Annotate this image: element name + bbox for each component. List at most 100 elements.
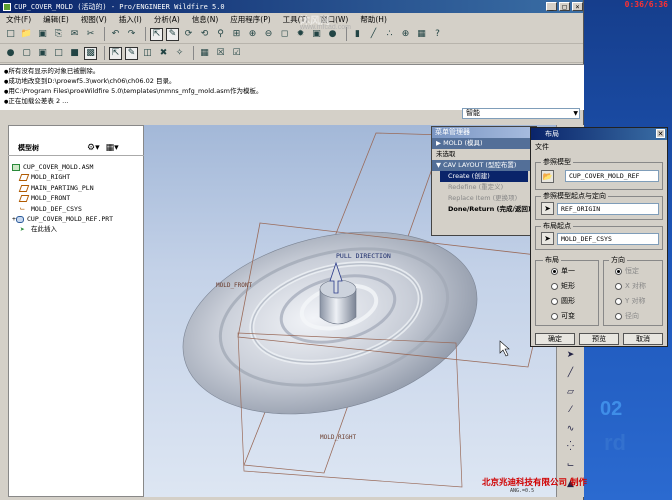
menu-insert[interactable]: 插入(I): [119, 14, 142, 25]
tree-item[interactable]: MOLD_RIGHT: [12, 172, 113, 182]
ref-origin-field[interactable]: REF_ORIGIN: [557, 203, 659, 215]
menu-edit[interactable]: 编辑(E): [43, 14, 69, 25]
radio-label: Y 对称: [625, 297, 646, 305]
shaded-icon[interactable]: ■: [68, 47, 81, 60]
tree-item[interactable]: CUP_COVER_MOLD.ASM: [12, 162, 113, 172]
ok-button[interactable]: 确定: [535, 333, 575, 345]
shrinkage-icon[interactable]: ✧: [173, 47, 186, 60]
menu-analysis[interactable]: 分析(A): [154, 14, 180, 25]
context-help-icon[interactable]: ?: [431, 28, 444, 41]
tree-item-label: MOLD_FRONT: [31, 194, 71, 203]
layout-origin-field[interactable]: MOLD_DEF_CSYS: [557, 233, 659, 245]
radio-label: 矩形: [561, 282, 575, 290]
radio-variable[interactable]: 可变: [551, 311, 575, 321]
open-folder-icon[interactable]: 📂: [541, 170, 554, 183]
enhanced-shade-icon[interactable]: ▩: [84, 46, 97, 60]
redo-icon[interactable]: ↷: [125, 28, 138, 41]
preview-button[interactable]: 预览: [579, 333, 619, 345]
new-file-icon[interactable]: □: [4, 28, 17, 41]
tree-item[interactable]: MOLD_FRONT: [12, 193, 113, 203]
datum-planes-icon[interactable]: ▮: [351, 28, 364, 41]
tree-item[interactable]: ➤ 在此插入: [12, 224, 113, 234]
radio-constant[interactable]: 恒定: [615, 266, 639, 276]
hidden-line-icon[interactable]: ▣: [36, 47, 49, 60]
tree-item[interactable]: + CUP_COVER_MOLD_REF.PRT: [12, 214, 113, 224]
menu-item-create[interactable]: Create (创建): [440, 171, 528, 182]
repaint-icon[interactable]: ⊞: [230, 28, 243, 41]
menu-view[interactable]: 视图(V): [81, 14, 107, 25]
tree-settings-icon[interactable]: ⚙▾: [87, 143, 100, 153]
separator: [193, 46, 194, 60]
cavity-icon[interactable]: ◫: [141, 47, 154, 60]
radio-radial[interactable]: 径向: [615, 311, 639, 321]
direction-label: 方向: [609, 255, 627, 265]
menu-info[interactable]: 信息(N): [192, 14, 218, 25]
close-button[interactable]: ×: [572, 2, 583, 11]
menu-help[interactable]: 帮助(H): [360, 14, 387, 25]
cut-icon[interactable]: ✂: [84, 28, 97, 41]
cavity-remove-icon[interactable]: ✖: [157, 47, 170, 60]
email-icon[interactable]: ✉: [68, 28, 81, 41]
selection-filter-dropdown[interactable]: 智能: [462, 108, 580, 119]
regenerate-icon[interactable]: ⟳: [182, 28, 195, 41]
workpiece-icon[interactable]: ▦: [198, 47, 211, 60]
part-icon: [16, 215, 24, 223]
cancel-button[interactable]: 取消: [623, 333, 663, 345]
sketch-select-icon[interactable]: ✎: [166, 27, 179, 41]
axis-tool-icon[interactable]: ⁄: [564, 405, 578, 418]
select-arrow-icon[interactable]: ➤: [564, 350, 578, 363]
dialog-file-menu[interactable]: 文件: [531, 140, 667, 154]
menu-file[interactable]: 文件(F): [6, 14, 31, 25]
separator: [104, 27, 105, 41]
annotation-display-icon[interactable]: ▦: [415, 28, 428, 41]
radio-single[interactable]: 单一: [551, 266, 575, 276]
tree-item[interactable]: MAIN_PARTING_PLN: [12, 183, 113, 193]
radio-y-symmetric[interactable]: Y 对称: [615, 296, 646, 306]
sketch-line-icon[interactable]: ╱: [564, 368, 578, 381]
menu-item-redefine[interactable]: Redefine (重定义): [432, 182, 536, 193]
maximize-button[interactable]: □: [559, 2, 570, 11]
refit-icon[interactable]: ◻: [278, 28, 291, 41]
zoom-out-icon[interactable]: ⊖: [262, 28, 275, 41]
open-folder-icon[interactable]: 📁: [20, 28, 33, 41]
point-tool-icon[interactable]: ⁛: [564, 442, 578, 455]
sketch-tool-icon[interactable]: ✎: [125, 46, 138, 60]
mold-right-label: MOLD_RIGHT: [320, 434, 357, 441]
csys-tool-icon[interactable]: ⌙: [564, 460, 578, 473]
tree-item[interactable]: ⌙ MOLD_DEF_CSYS: [12, 204, 113, 214]
select-arrow-icon[interactable]: ➤: [541, 202, 554, 215]
tree-show-icon[interactable]: ▦▾: [106, 143, 119, 153]
display-style-icon[interactable]: ●: [4, 47, 17, 60]
zoom-window-icon[interactable]: ⊕: [246, 28, 259, 41]
mold-layout-icon[interactable]: ⇱: [109, 46, 122, 60]
curve-tool-icon[interactable]: ∿: [564, 424, 578, 437]
regenerate-manager-icon[interactable]: ⟲: [198, 28, 211, 41]
menu-item-replace[interactable]: Replace Item (更换项): [432, 193, 536, 204]
ref-model-field[interactable]: CUP_COVER_MOLD_REF: [565, 170, 659, 182]
datum-points-icon[interactable]: ∴: [383, 28, 396, 41]
menu-item-done-return[interactable]: Done/Return (完成/返回): [432, 204, 536, 215]
wireframe-icon[interactable]: ▢: [20, 47, 33, 60]
radio-x-symmetric[interactable]: X 对称: [615, 281, 646, 291]
csys-display-icon[interactable]: ⊕: [399, 28, 412, 41]
menu-applications[interactable]: 应用程序(P): [230, 14, 270, 25]
print-icon[interactable]: ⎘: [52, 28, 65, 41]
radio-rectangular[interactable]: 矩形: [551, 281, 575, 291]
insert-arrow-icon: ➤: [20, 225, 25, 235]
menu-manager-title: 菜单管理器: [432, 127, 536, 138]
select-filter-icon[interactable]: ⇱: [150, 27, 163, 41]
undo-icon[interactable]: ↶: [109, 28, 122, 41]
datum-plane-tool-icon[interactable]: ▱: [564, 387, 578, 400]
menu-cav-layout[interactable]: ▼ CAV LAYOUT (型腔布置): [432, 160, 536, 171]
select-arrow-icon[interactable]: ➤: [541, 232, 554, 245]
menu-mold[interactable]: ▶ MOLD (模具): [432, 138, 536, 149]
datum-axes-icon[interactable]: ╱: [367, 28, 380, 41]
split-icon[interactable]: ☒: [214, 47, 227, 60]
minimize-button[interactable]: _: [546, 2, 557, 11]
save-icon[interactable]: ▣: [36, 28, 49, 41]
check-icon[interactable]: ☑: [230, 47, 243, 60]
no-hidden-icon[interactable]: □: [52, 47, 65, 60]
radio-circular[interactable]: 圆形: [551, 296, 575, 306]
dialog-close-icon[interactable]: ✕: [656, 129, 665, 138]
find-icon[interactable]: ⚲: [214, 28, 227, 41]
